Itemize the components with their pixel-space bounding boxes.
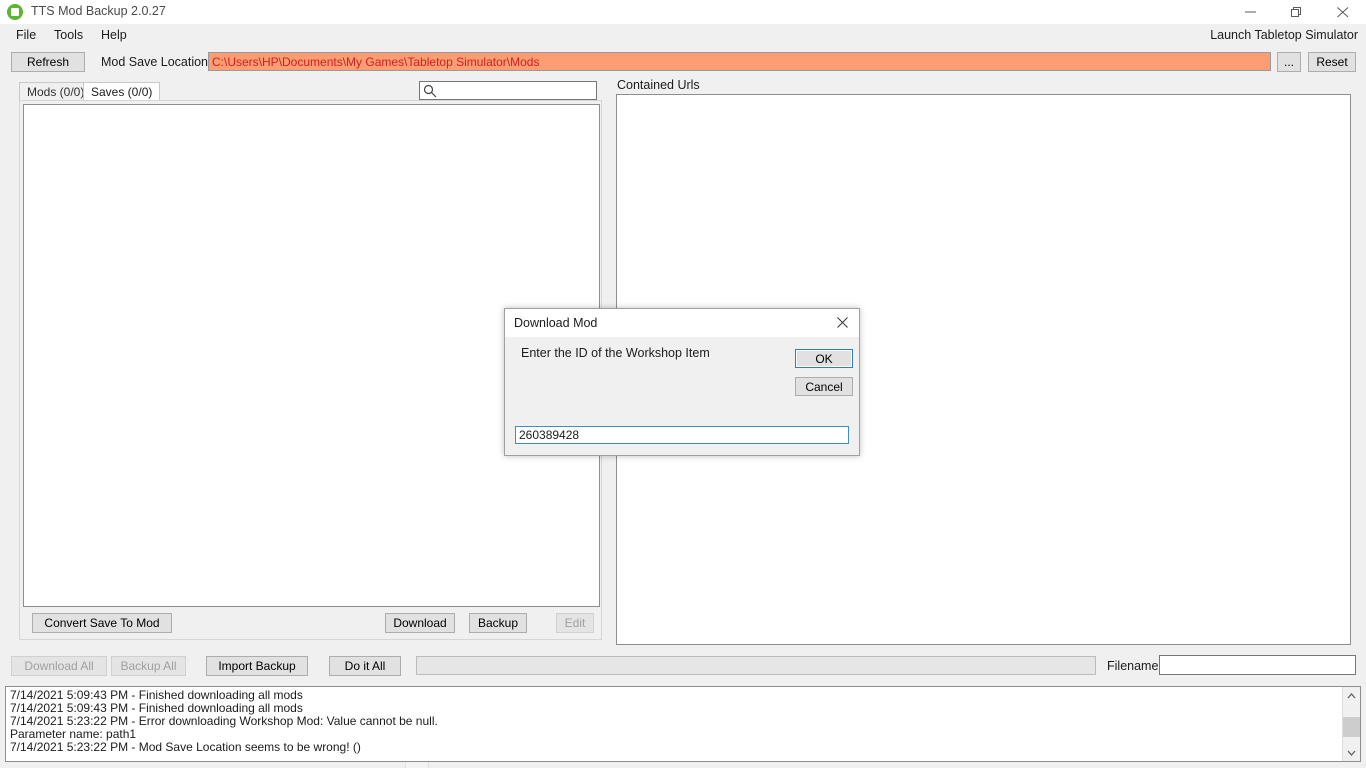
log-scrollbar[interactable] — [1342, 687, 1360, 761]
dialog-ok-button[interactable]: OK — [795, 349, 853, 368]
menu-item-help[interactable]: Help — [95, 27, 133, 43]
contained-urls-label: Contained Urls — [617, 78, 700, 92]
minimize-button[interactable] — [1229, 0, 1274, 23]
backup-button[interactable]: Backup — [469, 613, 527, 633]
menu-bar: File Tools Help — [0, 24, 1366, 46]
download-mod-dialog: Download Mod Enter the ID of the Worksho… — [504, 308, 860, 456]
download-button[interactable]: Download — [385, 613, 455, 633]
launch-tabletop-simulator-link[interactable]: Launch Tabletop Simulator — [1210, 28, 1358, 42]
search-input[interactable] — [419, 81, 597, 100]
tab-mods[interactable]: Mods (0/0) — [19, 82, 93, 100]
maximize-button[interactable] — [1275, 0, 1320, 23]
close-icon — [1337, 7, 1349, 18]
filename-input[interactable] — [1159, 655, 1356, 675]
convert-save-to-mod-button[interactable]: Convert Save To Mod — [32, 613, 172, 633]
window-bottom-edge — [405, 762, 429, 768]
search-icon — [423, 84, 437, 98]
log-output: 7/14/2021 5:09:43 PM - Finished download… — [5, 686, 1361, 762]
menu-item-tools[interactable]: Tools — [48, 27, 89, 43]
window-title: TTS Mod Backup 2.0.27 — [31, 4, 166, 18]
dialog-prompt-label: Enter the ID of the Workshop Item — [521, 346, 710, 360]
app-green-circle-icon — [7, 4, 23, 20]
workshop-id-input[interactable]: 260389428 — [515, 426, 849, 444]
backup-all-button: Backup All — [111, 656, 186, 676]
log-line: 7/14/2021 5:23:22 PM - Mod Save Location… — [10, 740, 361, 754]
filename-label: Filename — [1107, 659, 1159, 673]
dialog-title-bar: Download Mod — [505, 309, 859, 337]
refresh-button[interactable]: Refresh — [11, 52, 85, 72]
mod-save-location-label: Mod Save Location — [101, 55, 209, 69]
dialog-cancel-button[interactable]: Cancel — [795, 377, 853, 396]
dialog-close-button[interactable] — [827, 309, 859, 336]
chevron-up-icon — [1347, 692, 1356, 698]
close-button[interactable] — [1321, 0, 1366, 23]
edit-button: Edit — [556, 613, 594, 633]
progress-bar — [416, 656, 1096, 675]
close-icon — [837, 317, 848, 328]
tab-saves[interactable]: Saves (0/0) — [83, 82, 161, 100]
minimize-icon — [1245, 11, 1256, 13]
reset-button[interactable]: Reset — [1308, 52, 1356, 72]
download-all-button: Download All — [11, 656, 107, 676]
restore-icon — [1291, 7, 1301, 17]
scroll-up-button[interactable] — [1343, 687, 1360, 704]
do-it-all-button[interactable]: Do it All — [329, 656, 401, 676]
log-line: 7/14/2021 5:23:22 PM - Error downloading… — [10, 714, 438, 728]
title-bar: TTS Mod Backup 2.0.27 — [0, 0, 1366, 25]
browse-button[interactable]: ... — [1277, 52, 1301, 72]
import-backup-button[interactable]: Import Backup — [206, 656, 308, 676]
menu-item-file[interactable]: File — [10, 27, 42, 43]
dialog-title: Download Mod — [514, 316, 598, 330]
scroll-down-button[interactable] — [1343, 744, 1360, 761]
chevron-down-icon — [1347, 750, 1356, 756]
scroll-thumb[interactable] — [1343, 717, 1360, 737]
mod-save-location-input[interactable]: C:\Users\HP\Documents\My Games\Tabletop … — [208, 52, 1271, 71]
application-window: TTS Mod Backup 2.0.27 File Tools Help La… — [0, 0, 1366, 768]
